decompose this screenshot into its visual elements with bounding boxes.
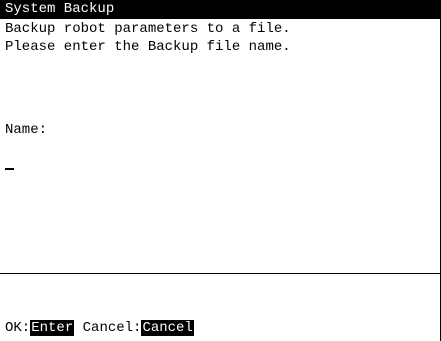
message-line-1: Backup robot parameters to a file. <box>5 21 291 37</box>
message-line-2: Please enter the Backup file name. <box>5 39 291 55</box>
window-title: System Backup <box>0 0 441 19</box>
softkey-bar: OK:Enter Cancel:Cancel <box>5 319 194 338</box>
name-input[interactable] <box>5 150 425 168</box>
cancel-button[interactable]: Cancel <box>141 320 194 336</box>
pendant-screen: System Backup Backup robot parameters to… <box>0 0 441 341</box>
ok-prefix: OK: <box>5 320 31 336</box>
name-label: Name: <box>5 122 48 138</box>
cancel-prefix: Cancel: <box>82 320 142 336</box>
divider <box>0 273 441 274</box>
ok-enter-button[interactable]: Enter <box>30 320 75 336</box>
text-cursor <box>5 168 14 170</box>
